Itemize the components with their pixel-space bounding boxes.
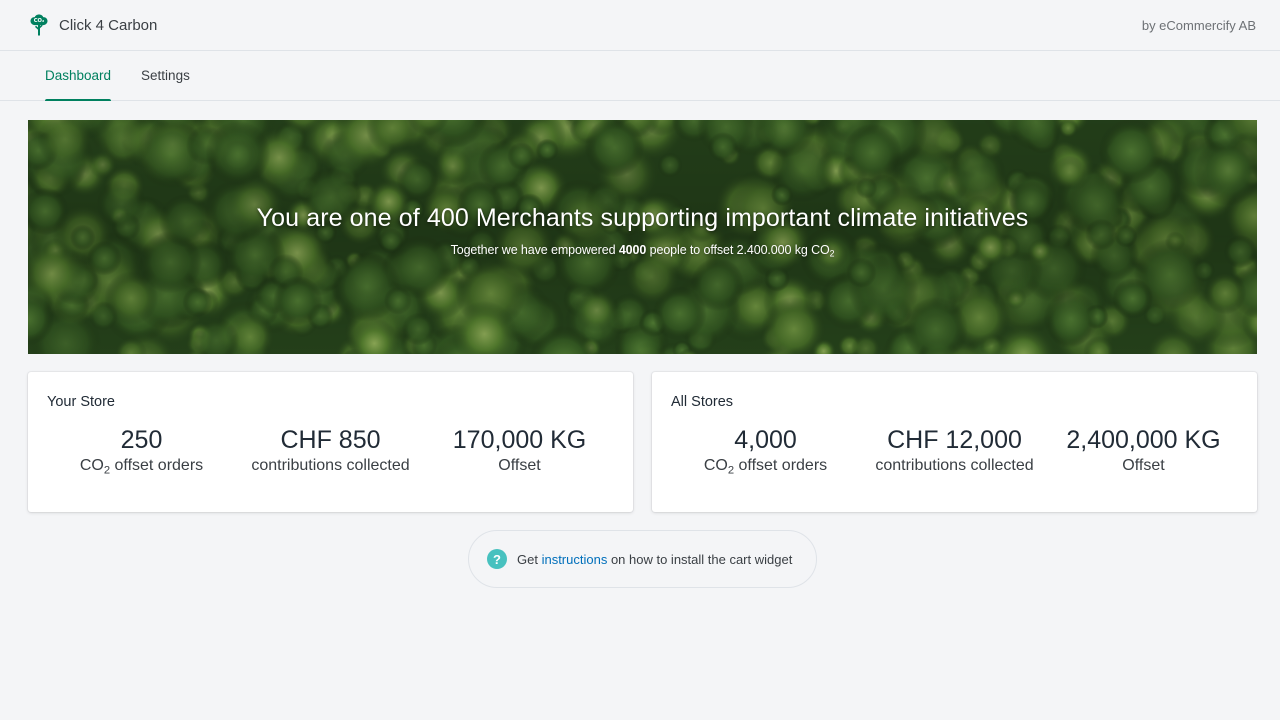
hero-subtitle: Together we have empowered 4000 people t…	[450, 242, 835, 259]
stat-label: contributions collected	[875, 457, 1034, 474]
stat-contributions: CHF 12,000 contributions collected	[860, 425, 1049, 475]
stat-label: contributions collected	[251, 457, 410, 474]
stat-value: 250	[120, 426, 163, 454]
all-stores-card: All Stores 4,000 CO2 offset orders CHF 1…	[652, 372, 1257, 512]
top-bar: CO₂ Click 4 Carbon by eCommercify AB	[0, 0, 1280, 51]
hero-banner: You are one of 400 Merchants supporting …	[28, 120, 1257, 354]
tab-bar: Dashboard Settings	[0, 51, 1280, 101]
brand[interactable]: CO₂ Click 4 Carbon	[28, 13, 157, 37]
stat-value: 4,000	[734, 426, 797, 454]
stat-value: CHF 12,000	[887, 426, 1022, 454]
card-title: All Stores	[671, 394, 734, 410]
stat-label: Offset	[1122, 457, 1165, 474]
stat-contributions: CHF 850 contributions collected	[236, 425, 425, 475]
card-title: Your Store	[47, 394, 115, 410]
stat-orders: 4,000 CO2 offset orders	[671, 425, 860, 477]
stat-label: Offset	[498, 457, 541, 474]
tab-dashboard[interactable]: Dashboard	[30, 51, 126, 101]
logo-text: CO₂	[34, 18, 45, 24]
stat-label: CO2 offset orders	[79, 457, 204, 477]
people-count: 4000	[618, 242, 647, 257]
byline: by eCommercify AB	[1141, 17, 1256, 33]
help-callout: ? Get instructions on how to install the…	[468, 530, 817, 588]
tree-logo-icon: CO₂	[28, 13, 50, 37]
hero-title: You are one of 400 Merchants supporting …	[256, 203, 1029, 232]
help-text: Get instructions on how to install the c…	[517, 551, 793, 567]
stat-offset: 2,400,000 KG Offset	[1049, 425, 1238, 475]
stat-value: CHF 850	[280, 426, 381, 454]
your-store-card: Your Store 250 CO2 offset orders CHF 850…	[28, 372, 633, 512]
app-name: Click 4 Carbon	[59, 16, 158, 34]
hero-subtitle-subscript: 2	[829, 248, 835, 259]
hero-subtitle-prefix: Together we have empowered	[450, 242, 616, 257]
tab-settings[interactable]: Settings	[126, 51, 205, 100]
hero-subtitle-mid: people to offset 2.400.000 kg CO	[649, 242, 830, 257]
stat-value: 170,000 KG	[452, 426, 587, 454]
stat-value: 2,400,000 KG	[1066, 426, 1221, 454]
stat-label: CO2 offset orders	[703, 457, 828, 477]
stat-orders: 250 CO2 offset orders	[47, 425, 236, 477]
stat-offset: 170,000 KG Offset	[425, 425, 614, 475]
question-circle-icon: ?	[487, 549, 507, 569]
instructions-link[interactable]: instructions	[542, 552, 608, 567]
